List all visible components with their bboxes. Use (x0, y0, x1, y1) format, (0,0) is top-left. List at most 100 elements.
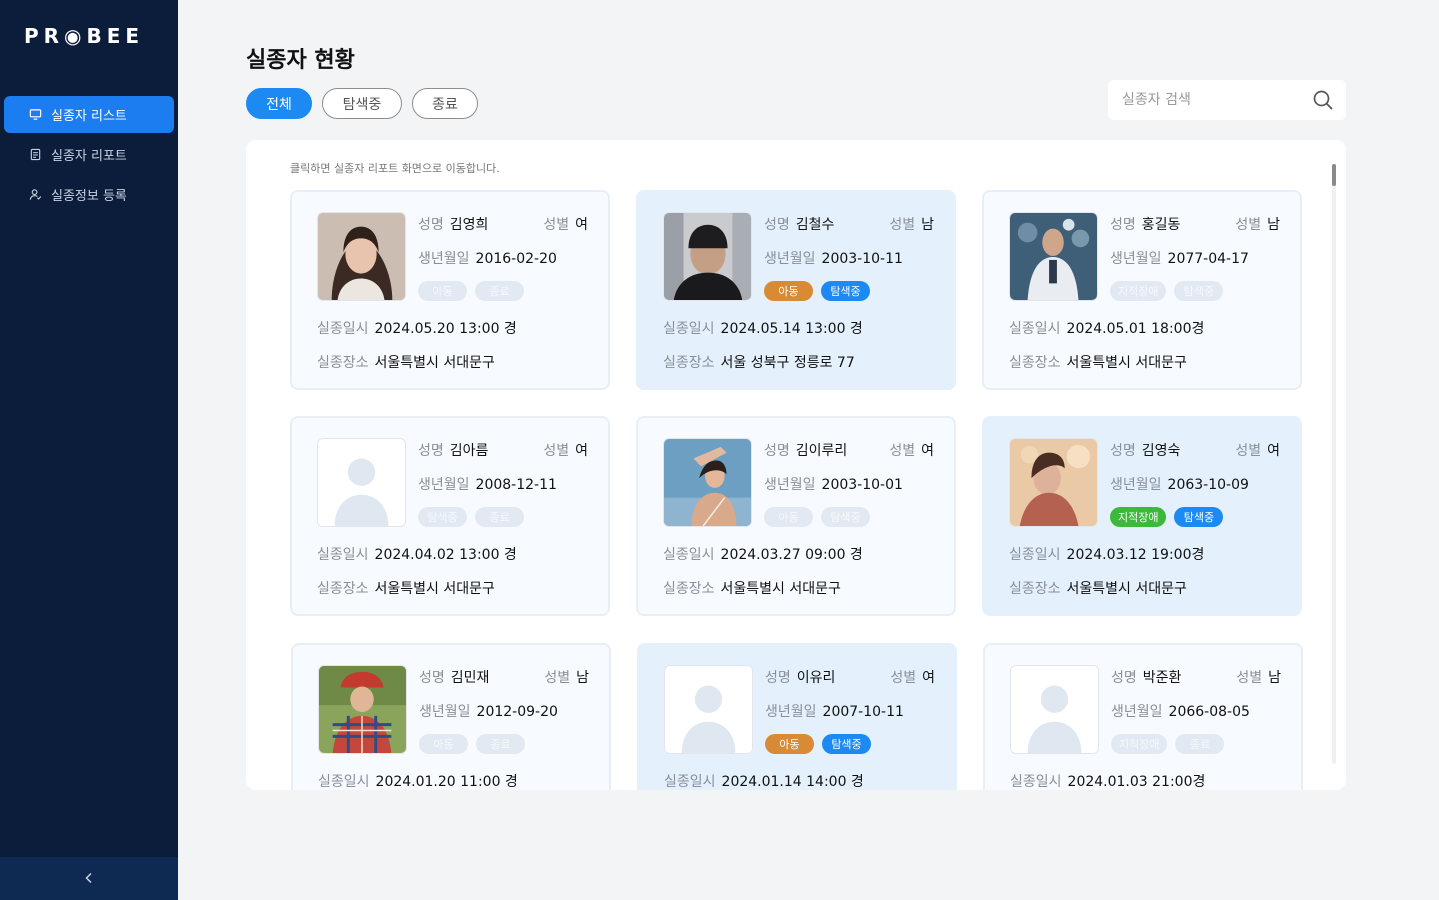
person-birth: 2077-04-17 (1167, 251, 1249, 267)
status-tags: 탐색중 종료 (418, 507, 524, 527)
gender-label: 성별 (544, 670, 571, 686)
gender-field: 성별 남 (544, 667, 589, 687)
person-name: 김영숙 (1141, 443, 1181, 459)
gender-field: 성별 남 (1236, 667, 1281, 687)
missing-place-label: 실종장소 (317, 355, 369, 371)
person-photo (318, 665, 407, 754)
name-row: 성명 김이루리 성별 여 (764, 440, 934, 460)
missing-date-row: 실종일시 2024.04.02 13:00 경 (317, 544, 517, 564)
person-photo (1010, 665, 1099, 754)
gender-label: 성별 (1235, 217, 1262, 233)
person-birth: 2012-09-20 (476, 704, 558, 720)
gender-label: 성별 (889, 217, 916, 233)
status-badge: 종료 (476, 734, 525, 754)
sidebar-item-missing-list[interactable]: 실종자 리스트 (4, 96, 174, 133)
status-tags: 아동 탐색중 (764, 281, 870, 301)
person-birth: 2066-08-05 (1168, 704, 1250, 720)
missing-place-row: 실종장소 서울특별시 서대문구 (663, 578, 841, 598)
missing-place: 서울특별시 서대문구 (1066, 581, 1187, 597)
sidebar-item-label: 실종자 리스트 (51, 109, 127, 124)
missing-person-card[interactable]: 성명 김철수 성별 남 생년월일 2003-10-11 아동 탐색중 실종일시 2024.05.1… (636, 190, 956, 390)
person-photo (317, 212, 406, 301)
gender-label: 성별 (889, 443, 916, 459)
gender-label: 성별 (890, 670, 917, 686)
status-tags: 아동 탐색중 (765, 734, 871, 754)
missing-person-card[interactable]: 성명 이유리 성별 여 생년월일 2007-10-11 아동 탐색중 실종일시 2024.01.1… (637, 643, 957, 790)
filter-closed-chip[interactable]: 종료 (412, 88, 478, 119)
name-label: 성명 (418, 217, 444, 233)
birth-label: 생년월일 (1110, 477, 1162, 493)
search-box (1108, 80, 1346, 120)
search-icon[interactable] (1312, 89, 1334, 111)
missing-date-label: 실종일시 (317, 321, 369, 337)
sidebar-item-label: 실종정보 등록 (51, 189, 127, 204)
birth-label: 생년월일 (1111, 704, 1163, 720)
missing-place: 서울 성북구 정릉로 77 (720, 355, 855, 371)
missing-date-row: 실종일시 2024.01.03 21:00경 (1010, 771, 1205, 790)
gender-field: 성별 여 (890, 667, 935, 687)
sidebar-collapse-button[interactable] (0, 857, 178, 900)
status-tags: 지적장애 탐색중 (1110, 507, 1224, 527)
missing-place: 서울특별시 서대문구 (1066, 355, 1187, 371)
missing-person-card[interactable]: 성명 김영희 성별 여 생년월일 2016-02-20 아동 종료 실종일시 2024.05.20… (290, 190, 610, 390)
missing-person-card[interactable]: 성명 김민재 성별 남 생년월일 2012-09-20 아동 종료 실종일시 2024.01.20… (291, 643, 611, 790)
name-label: 성명 (1110, 443, 1136, 459)
person-photo (664, 665, 753, 754)
name-label: 성명 (764, 443, 790, 459)
name-row: 성명 홍길동 성별 남 (1110, 214, 1280, 234)
person-gender: 남 (1268, 670, 1281, 686)
sidebar-item-register[interactable]: 실종정보 등록 (4, 176, 174, 213)
missing-date-row: 실종일시 2024.03.27 09:00 경 (663, 544, 863, 564)
missing-list-panel: 클릭하면 실종자 리포트 화면으로 이동합니다. 성명 김영희 성별 여 생년월일 201… (246, 140, 1346, 790)
missing-place-label: 실종장소 (663, 581, 715, 597)
person-photo (317, 438, 406, 527)
person-gender: 여 (575, 443, 588, 459)
status-badge: 종료 (475, 507, 524, 527)
birth-row: 생년월일 2066-08-05 (1111, 701, 1250, 721)
status-badge: 탐색중 (822, 734, 871, 754)
name-row: 성명 김민재 성별 남 (419, 667, 589, 687)
person-photo (1009, 438, 1098, 527)
missing-date-row: 실종일시 2024.01.20 11:00 경 (318, 771, 518, 790)
birth-label: 생년월일 (418, 477, 470, 493)
missing-date-row: 실종일시 2024.03.12 19:00경 (1009, 544, 1204, 564)
search-input[interactable] (1122, 92, 1312, 108)
filter-searching-chip[interactable]: 탐색중 (322, 88, 402, 119)
birth-row: 생년월일 2012-09-20 (419, 701, 558, 721)
name-label: 성명 (1111, 670, 1137, 686)
person-name: 김이루리 (795, 443, 848, 459)
filter-all-chip[interactable]: 전체 (246, 88, 312, 119)
gender-label: 성별 (1235, 443, 1262, 459)
missing-place: 서울특별시 서대문구 (374, 581, 495, 597)
name-row: 성명 김철수 성별 남 (764, 214, 934, 234)
missing-person-card[interactable]: 성명 홍길동 성별 남 생년월일 2077-04-17 지적장애 탐색중 실종일시 2024.05… (982, 190, 1302, 390)
sidebar-nav: 실종자 리스트 실종자 리포트 실종정보 등록 (4, 96, 174, 216)
missing-date: 2024.05.14 13:00 경 (720, 321, 863, 337)
probee-logo[interactable]: PR◉BEE (24, 24, 144, 48)
scrollbar-thumb[interactable] (1332, 164, 1336, 186)
missing-person-card[interactable]: 성명 박준환 성별 남 생년월일 2066-08-05 지적장애 종료 실종일시 2024.01.… (983, 643, 1303, 790)
status-badge: 탐색중 (418, 507, 467, 527)
status-badge: 아동 (764, 281, 813, 301)
list-hint: 클릭하면 실종자 리포트 화면으로 이동합니다. (290, 162, 500, 175)
status-badge: 아동 (418, 281, 467, 301)
person-name: 김민재 (450, 670, 490, 686)
status-badge: 지적장애 (1110, 507, 1167, 527)
birth-row: 생년월일 2003-10-01 (764, 474, 903, 494)
sidebar-item-missing-report[interactable]: 실종자 리포트 (4, 136, 174, 173)
status-badge: 탐색중 (1174, 507, 1224, 527)
person-birth: 2007-10-11 (822, 704, 904, 720)
missing-person-card[interactable]: 성명 김아름 성별 여 생년월일 2008-12-11 탐색중 종료 실종일시 2024.04.0… (290, 416, 610, 616)
page-title: 실종자 현황 (246, 48, 355, 73)
person-name: 박준환 (1142, 670, 1182, 686)
person-name: 김아름 (449, 443, 489, 459)
missing-place-label: 실종장소 (1009, 355, 1061, 371)
missing-date: 2024.01.20 11:00 경 (375, 774, 518, 790)
scrollbar-track[interactable] (1332, 164, 1336, 764)
missing-person-card[interactable]: 성명 김영숙 성별 여 생년월일 2063-10-09 지적장애 탐색중 실종일시 2024.03… (982, 416, 1302, 616)
person-birth: 2008-12-11 (475, 477, 557, 493)
birth-row: 생년월일 2016-02-20 (418, 248, 557, 268)
person-name: 이유리 (796, 670, 836, 686)
missing-person-card[interactable]: 성명 김이루리 성별 여 생년월일 2003-10-01 아동 탐색중 실종일시 2024.03.… (636, 416, 956, 616)
missing-date-label: 실종일시 (663, 321, 715, 337)
